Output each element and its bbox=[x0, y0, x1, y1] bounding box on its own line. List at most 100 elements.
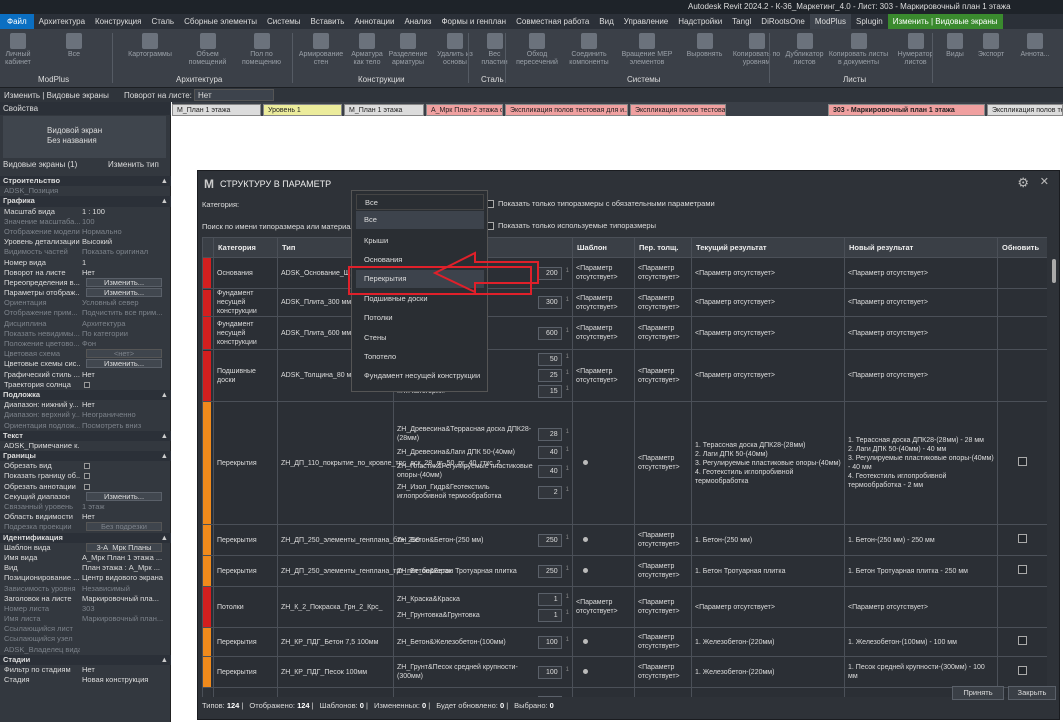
property-row[interactable]: Положение цветово... Фон bbox=[0, 339, 171, 349]
property-checkbox[interactable] bbox=[84, 483, 90, 490]
menu-tab[interactable]: Аннотации bbox=[349, 14, 399, 29]
property-row[interactable]: Уровень детализации Высокий bbox=[0, 237, 171, 247]
ribbon-button[interactable]: Армирование стен bbox=[294, 33, 348, 67]
property-row[interactable]: Шаблон вида 3-А_Мрк Планы bbox=[0, 542, 171, 553]
layer-thickness-input[interactable]: 25 bbox=[537, 369, 562, 382]
column-header[interactable] bbox=[202, 237, 214, 258]
ribbon-button[interactable]: Все bbox=[34, 33, 114, 59]
table-row[interactable]: Перекрытия ZH_ДП_250_элементы_генплана_тр… bbox=[202, 555, 1047, 587]
property-row[interactable]: Отображение модели Нормально bbox=[0, 227, 171, 237]
property-row[interactable]: Масштаб вида 1 : 100 bbox=[0, 207, 171, 217]
property-row[interactable]: Область видимости Нет bbox=[0, 512, 171, 522]
layer-thickness-input[interactable]: 40 bbox=[537, 446, 562, 459]
property-row[interactable]: Фильтр по стадиям Нет bbox=[0, 665, 171, 675]
property-row[interactable]: Дисциплина Архитектура bbox=[0, 319, 171, 329]
column-header[interactable]: Пер. толщ. bbox=[634, 237, 692, 258]
menu-tab[interactable]: Надстройки bbox=[673, 14, 727, 29]
menu-tab[interactable]: Формы и генплан bbox=[436, 14, 511, 29]
property-row[interactable]: Позиционирование ... Центр видового экран… bbox=[0, 573, 171, 583]
dropdown-option[interactable]: Топотело bbox=[356, 348, 484, 366]
update-checkbox[interactable] bbox=[1018, 457, 1027, 466]
property-row[interactable]: ADSK_Владелец вида bbox=[0, 645, 171, 655]
table-row[interactable]: Перекрытия ZH_ДП_110_покрытие_по_кровле_т… bbox=[202, 401, 1047, 525]
menu-tab[interactable]: Системы bbox=[262, 14, 306, 29]
property-row[interactable]: Ориентация Условный север bbox=[0, 298, 171, 308]
property-row[interactable]: Вид План этажа : А_Мрк ... bbox=[0, 563, 171, 573]
property-section[interactable]: Графика ▲ bbox=[0, 196, 171, 207]
property-row[interactable]: Ориентация подлож... Посмотреть вниз bbox=[0, 421, 171, 431]
edit-button[interactable]: Изменить... bbox=[86, 491, 162, 501]
layer-thickness-input[interactable]: 200 bbox=[537, 266, 562, 280]
table-scrollbar[interactable] bbox=[1052, 259, 1056, 283]
property-checkbox[interactable] bbox=[84, 381, 90, 388]
ribbon-button[interactable]: Объем помещений bbox=[186, 33, 229, 67]
property-row[interactable]: Имя листа Маркировочный план... bbox=[0, 614, 171, 624]
dropdown-option[interactable]: Основания bbox=[356, 251, 484, 269]
table-row[interactable]: Фундамент несущей конструкции ADSK_Плита_… bbox=[202, 316, 1047, 350]
layer-thickness-input[interactable]: 2 bbox=[537, 485, 562, 499]
property-row[interactable]: Номер листа 303 bbox=[0, 604, 171, 614]
ribbon-button[interactable]: Личный кабинет bbox=[4, 33, 32, 67]
property-row[interactable]: Показать невидимы... По категории bbox=[0, 329, 171, 339]
table-row[interactable]: СтеныZH_Н_120_жб_пна_120ZH_Бетон&Железоб… bbox=[202, 687, 1047, 697]
property-row[interactable]: Имя вида А_Мрк План 1 этажа ... bbox=[0, 553, 171, 563]
layer-thickness-input[interactable]: 100 bbox=[537, 635, 562, 649]
ribbon-button[interactable]: Выровнять bbox=[681, 33, 728, 59]
property-row[interactable]: Графический стиль ... Нет bbox=[0, 370, 171, 380]
category-select[interactable]: Все bbox=[356, 194, 484, 210]
menu-tab[interactable]: Изменить | Видовые экраны bbox=[887, 14, 1003, 29]
ribbon-button[interactable]: Соединить компоненты bbox=[565, 33, 613, 67]
update-checkbox[interactable] bbox=[1018, 636, 1027, 645]
layer-thickness-input[interactable]: 28 bbox=[537, 427, 562, 441]
property-row[interactable]: Стадия Новая конструкция bbox=[0, 675, 171, 685]
table-row[interactable]: Перекрытия ZH_ДП_250_элементы_генплана_бт… bbox=[202, 524, 1047, 556]
update-checkbox[interactable] bbox=[1018, 565, 1027, 574]
update-checkbox[interactable] bbox=[1018, 666, 1027, 675]
property-row[interactable]: Цветовые схемы сис... Изменить... bbox=[0, 359, 171, 369]
ribbon-button[interactable]: Экспорт bbox=[972, 33, 1010, 59]
rotation-select[interactable]: Нет bbox=[194, 89, 274, 101]
ribbon-button[interactable]: Вращение MEP элементов bbox=[615, 33, 679, 67]
property-row[interactable]: Обрезать аннотации bbox=[0, 482, 171, 492]
required-params-checkbox[interactable]: Показать только типоразмеры с обязательн… bbox=[486, 199, 715, 208]
property-row[interactable]: Значение масштаба... 100 bbox=[0, 217, 171, 227]
edit-type-button[interactable]: Изменить тип bbox=[108, 160, 159, 169]
menu-tab[interactable]: Splugin bbox=[851, 14, 888, 29]
view-tab[interactable]: М_План 1 этажа bbox=[344, 104, 424, 116]
property-row[interactable]: ADSK_Примечание к... bbox=[0, 441, 171, 451]
dropdown-option[interactable]: Перекрытия bbox=[356, 270, 484, 288]
ribbon-button[interactable]: Пол по помещению bbox=[231, 33, 292, 67]
ribbon-button[interactable]: Дубликатор листов bbox=[785, 33, 824, 67]
property-row[interactable]: Подрезка проекции Без подрезки bbox=[0, 522, 171, 532]
property-row[interactable]: Обрезать вид bbox=[0, 461, 171, 471]
menu-tab[interactable]: Анализ bbox=[399, 14, 436, 29]
layer-thickness-input[interactable]: 600 bbox=[537, 326, 562, 340]
ribbon-button[interactable]: Копировать листы в документы bbox=[826, 33, 891, 67]
menu-tab[interactable]: Конструкция bbox=[90, 14, 146, 29]
layer-thickness-input[interactable]: 1 bbox=[537, 608, 562, 622]
menu-tab[interactable]: Файл bbox=[0, 14, 34, 29]
menu-tab[interactable]: Совместная работа bbox=[511, 14, 594, 29]
column-header[interactable]: Текущий результат bbox=[691, 237, 845, 258]
ribbon-button[interactable]: Разделение арматуры bbox=[386, 33, 430, 67]
menu-tab[interactable]: Вставить bbox=[306, 14, 350, 29]
property-row[interactable]: Диапазон: нижний у... Нет bbox=[0, 400, 171, 410]
layer-thickness-input[interactable]: 15 bbox=[537, 385, 562, 398]
property-row[interactable]: Зависимость уровня Независимый bbox=[0, 584, 171, 594]
layer-thickness-input[interactable]: 50 bbox=[537, 353, 562, 366]
property-row[interactable]: Траектория солнца bbox=[0, 380, 171, 390]
property-row[interactable]: Переопределения в... Изменить... bbox=[0, 277, 171, 288]
property-row[interactable]: Заголовок на листе Маркировочный пла... bbox=[0, 594, 171, 604]
edit-button[interactable]: Изменить... bbox=[86, 288, 162, 298]
menu-tab[interactable]: ModPlus bbox=[809, 14, 851, 29]
property-row[interactable]: Поворот на листе Нет bbox=[0, 268, 171, 278]
table-row[interactable]: Перекрытия ZH_КР_ПДГ_Бетон 7,5 100мм ZH_Бе… bbox=[202, 627, 1047, 657]
menu-tab[interactable]: DiRootsOne bbox=[756, 14, 810, 29]
gear-icon[interactable]: ⚙ bbox=[1017, 175, 1029, 191]
dropdown-option[interactable]: Фундамент несущей конструкции bbox=[356, 367, 484, 385]
layer-thickness-input[interactable]: 300 bbox=[537, 296, 562, 309]
property-row[interactable]: Диапазон: верхний у... Неограниченно bbox=[0, 410, 171, 420]
edit-button[interactable]: Изменить... bbox=[86, 277, 162, 287]
column-header[interactable]: Шаблон bbox=[572, 237, 635, 258]
table-row[interactable]: Фундамент несущей конструкции ADSK_Плита_… bbox=[202, 288, 1047, 317]
